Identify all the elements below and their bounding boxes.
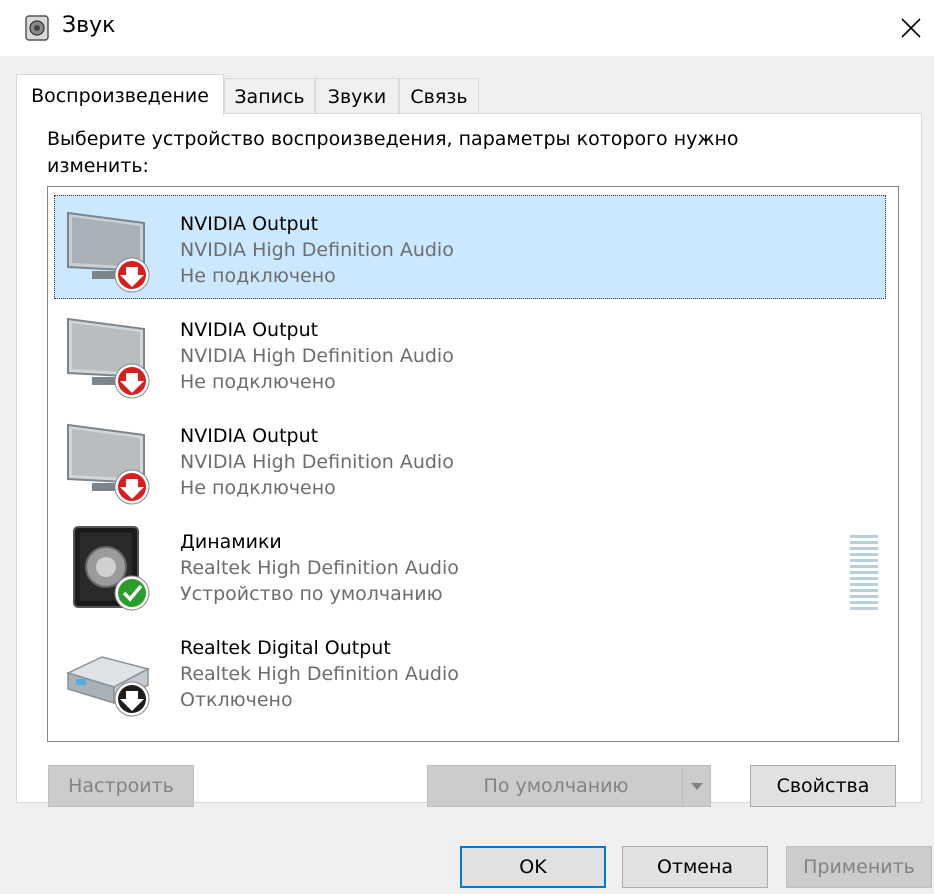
speaker-icon — [73, 526, 150, 611]
device-item[interactable]: NVIDIA Output NVIDIA High Definition Aud… — [54, 301, 886, 405]
device-item[interactable]: NVIDIA Output NVIDIA High Definition Aud… — [54, 407, 886, 511]
device-driver: NVIDIA High Definition Audio — [180, 345, 454, 367]
volume-level-meter — [850, 535, 878, 613]
properties-button[interactable]: Свойства — [750, 765, 896, 807]
set-default-dropdown[interactable] — [682, 766, 710, 806]
tab-sounds[interactable]: Звуки — [315, 78, 399, 114]
device-status: Устройство по умолчанию — [180, 583, 443, 605]
device-driver: Realtek High Definition Audio — [180, 557, 459, 579]
device-status: Не подключено — [180, 477, 336, 499]
tab-recording[interactable]: Запись — [224, 78, 315, 114]
configure-button[interactable]: Настроить — [48, 765, 194, 807]
monitor-icon — [67, 423, 150, 505]
device-item[interactable]: Realtek Digital Output Realtek High Defi… — [54, 619, 886, 723]
instruction-text: Выберите устройство воспроизведения, пар… — [47, 128, 739, 177]
chevron-down-icon — [690, 783, 703, 790]
device-name: NVIDIA Output — [180, 213, 319, 235]
playback-panel: Выберите устройство воспроизведения, пар… — [16, 113, 922, 807]
device-status: Отключено — [180, 689, 293, 711]
tab-playback[interactable]: Воспроизведение — [16, 74, 224, 116]
device-driver: NVIDIA High Definition Audio — [180, 451, 454, 473]
speaker-icon — [25, 15, 49, 41]
device-status: Не подключено — [180, 265, 336, 287]
device-item[interactable]: NVIDIA Output NVIDIA High Definition Aud… — [54, 195, 886, 299]
window-title: Звук — [62, 13, 116, 38]
title-bar: Звук — [0, 0, 934, 56]
cancel-button[interactable]: Отмена — [622, 846, 768, 888]
device-name: Динамики — [180, 531, 282, 553]
device-name: Realtek Digital Output — [180, 637, 391, 659]
apply-button[interactable]: Применить — [786, 846, 932, 888]
monitor-icon — [67, 211, 150, 293]
close-icon — [901, 18, 921, 38]
monitor-icon — [67, 317, 150, 399]
dialog-body: Воспроизведение Запись Звуки Связь Выбер… — [0, 56, 934, 894]
device-status: Не подключено — [180, 371, 336, 393]
device-name: NVIDIA Output — [180, 425, 319, 447]
close-button[interactable] — [888, 8, 934, 48]
set-default-button[interactable]: По умолчанию — [427, 765, 711, 807]
device-driver: Realtek High Definition Audio — [180, 663, 459, 685]
device-name: NVIDIA Output — [180, 319, 319, 341]
digital-output-icon — [65, 656, 151, 717]
set-default-label: По умолчанию — [483, 775, 629, 797]
device-list[interactable]: NVIDIA Output NVIDIA High Definition Aud… — [47, 186, 899, 742]
ok-button[interactable]: OK — [460, 846, 606, 888]
device-item[interactable]: Динамики Realtek High Definition Audio У… — [54, 513, 886, 617]
device-driver: NVIDIA High Definition Audio — [180, 239, 454, 261]
tab-communications[interactable]: Связь — [399, 78, 479, 114]
